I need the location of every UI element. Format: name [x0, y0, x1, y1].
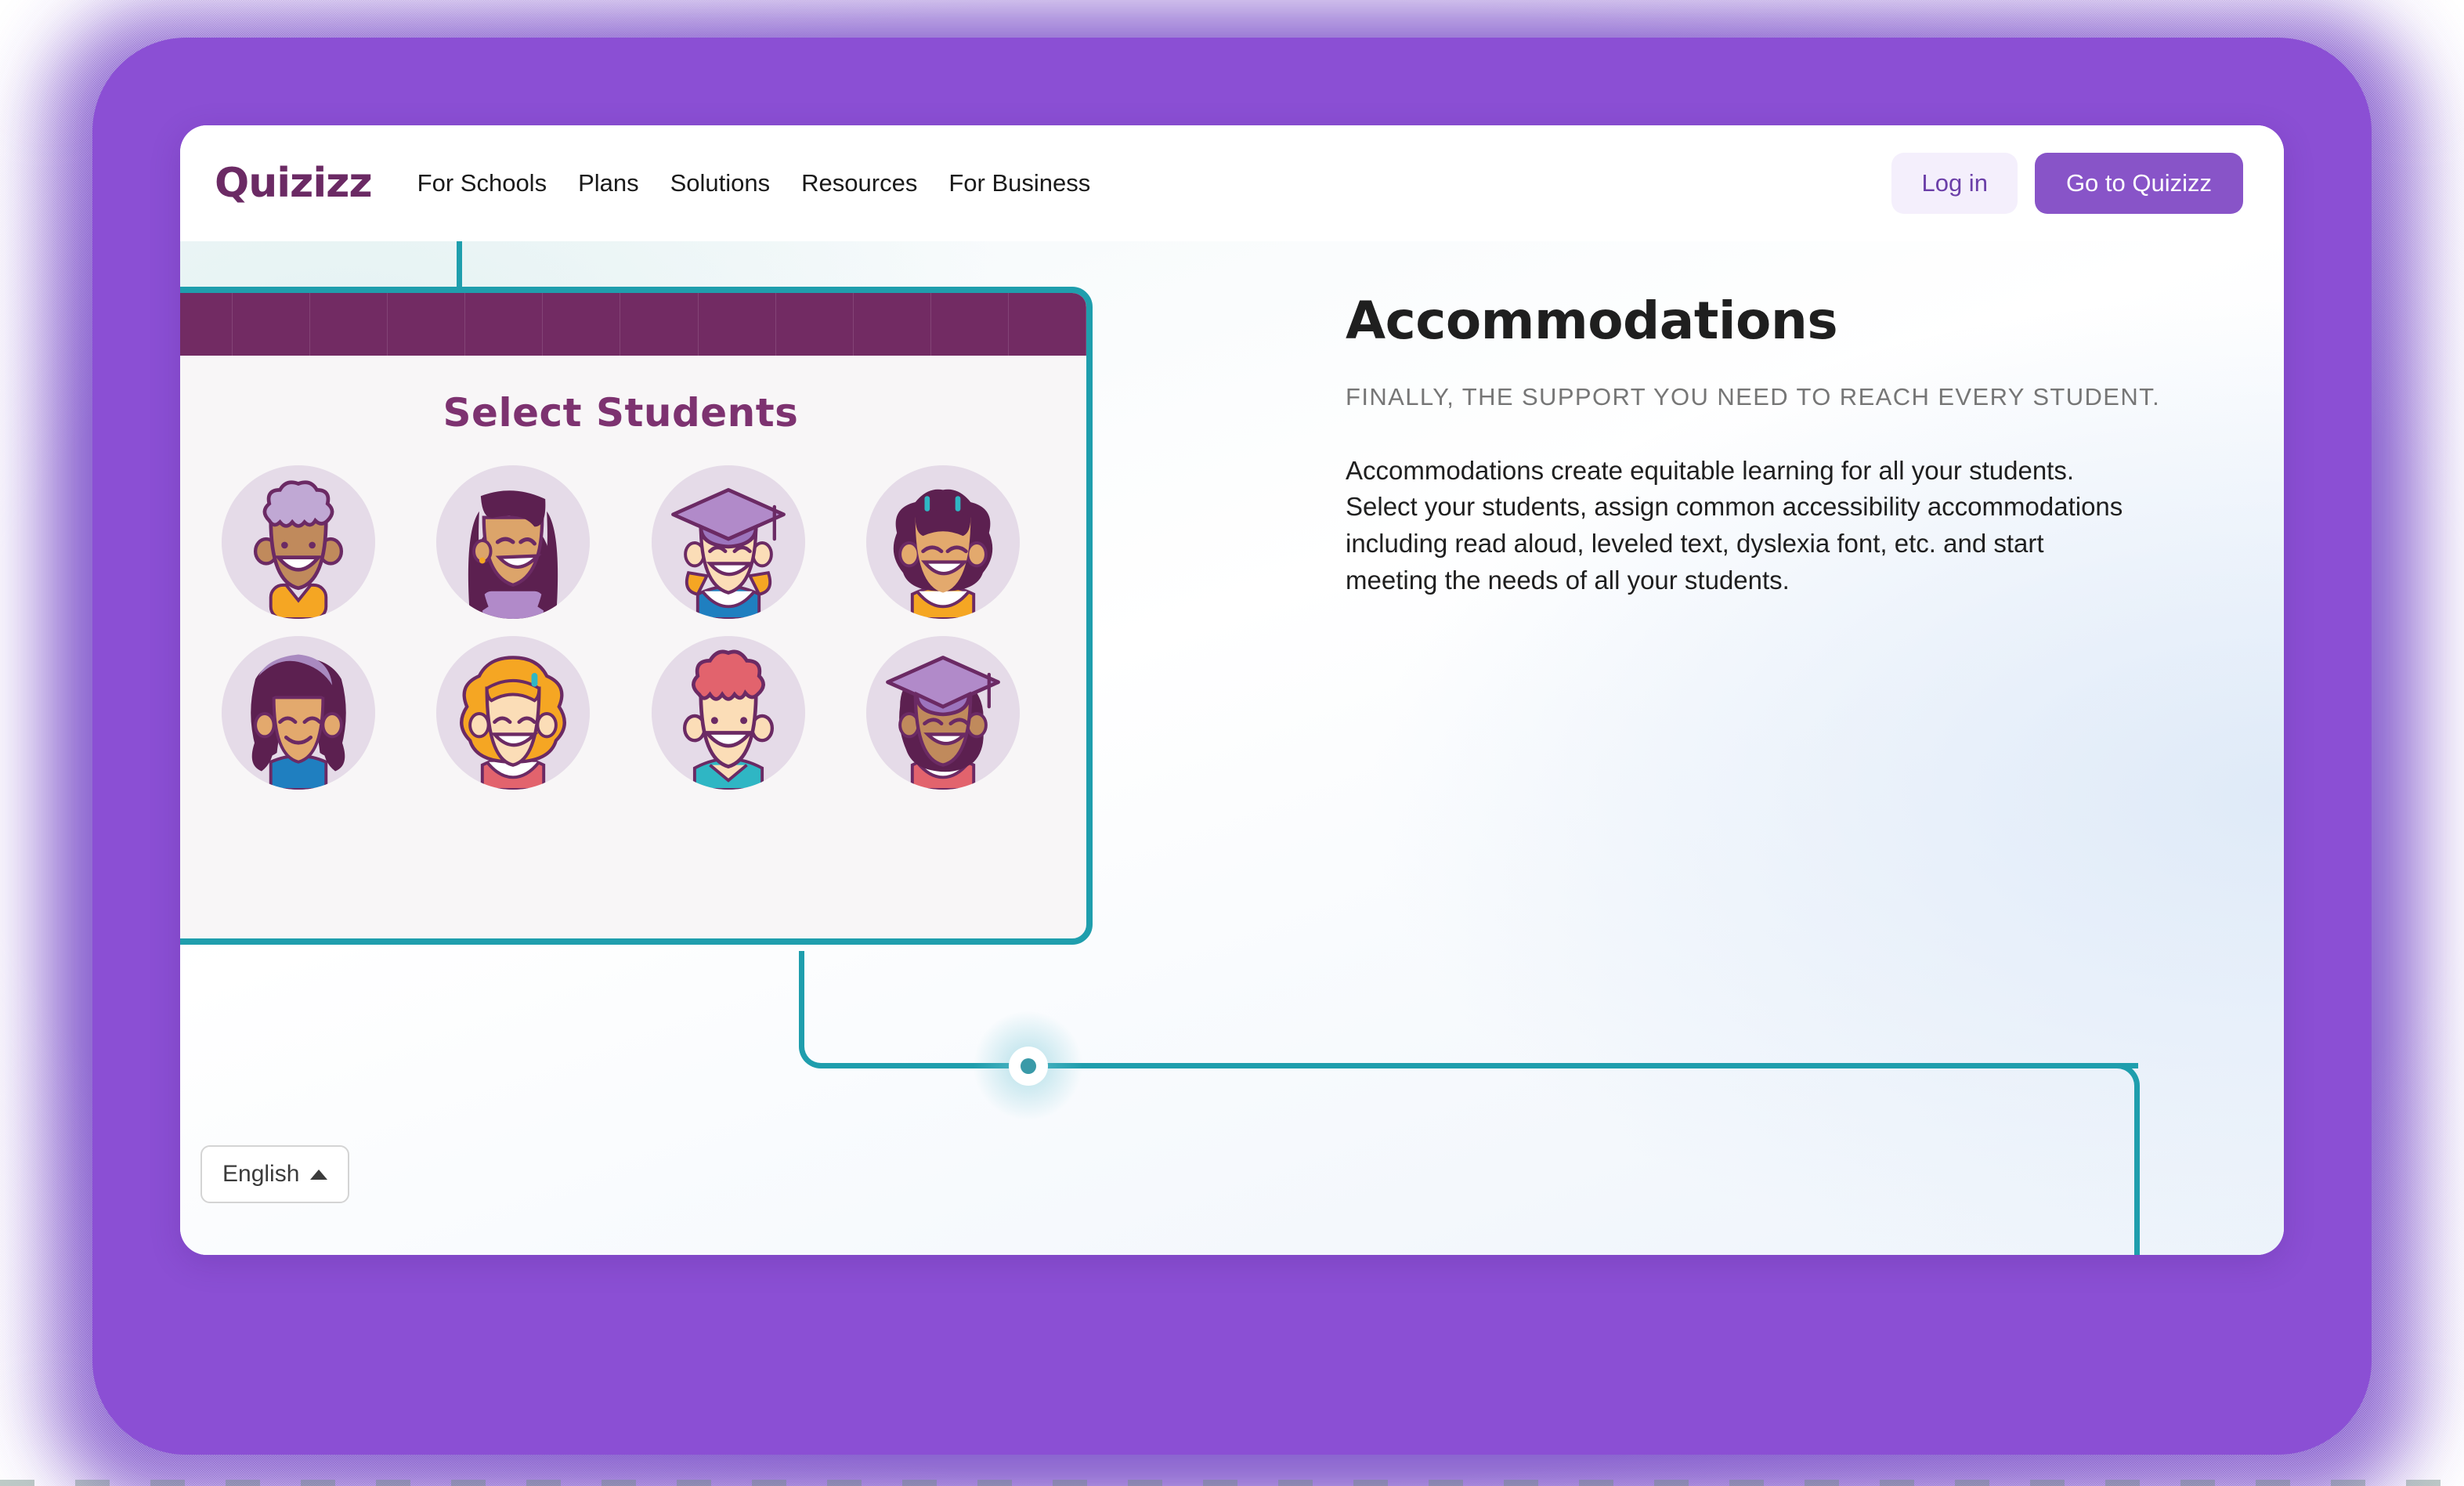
connector-line-vertical-top: [457, 241, 462, 288]
nav-item-for-business[interactable]: For Business: [948, 169, 1090, 197]
title-bar-segment: [465, 293, 544, 356]
student-avatar-graduate-brown[interactable]: [865, 636, 1020, 790]
hero-paragraph: Accommodations create equitable learning…: [1346, 455, 2123, 595]
student-avatar-red-hair[interactable]: [651, 636, 805, 790]
logo-wordmark: Quizizz: [215, 160, 373, 207]
language-selector-label: English: [222, 1161, 300, 1187]
title-bar-segment: [931, 293, 1009, 356]
nav-item-for-schools[interactable]: For Schools: [417, 169, 547, 197]
title-bar-segment: [620, 293, 699, 356]
go-to-quizizz-button[interactable]: Go to Quizizz: [2034, 153, 2243, 214]
connector-node-dot[interactable]: [1009, 1047, 1048, 1086]
title-bar-segment: [776, 293, 854, 356]
student-avatar-bob-dark-hair[interactable]: [222, 636, 376, 790]
hero-content: Accommodations Finally, the support you …: [1346, 291, 2168, 599]
app-viewport: Quizizz For Schools Plans Solutions Reso…: [180, 125, 2284, 1255]
language-selector[interactable]: English: [201, 1145, 350, 1203]
page-title: Accommodations: [1346, 291, 1838, 351]
title-bar-segment: [1009, 293, 1086, 356]
bottom-dash-strip: [0, 1480, 2464, 1486]
login-button[interactable]: Log in: [1891, 153, 2018, 214]
title-bar-segment: [388, 293, 466, 356]
title-bar-segment: [543, 293, 621, 356]
connector-corner-bottom-left: [799, 1025, 843, 1068]
header-actions: Log in Go to Quizizz: [1891, 153, 2243, 214]
hero-kicker: Finally, the support you need to reach e…: [1346, 382, 2161, 410]
chevron-up-icon: [310, 1169, 328, 1180]
title-bar-segment: [310, 293, 388, 356]
title-bar-segment: [699, 293, 776, 356]
select-students-title: Select Students: [443, 390, 799, 436]
nav-item-plans[interactable]: Plans: [578, 169, 639, 197]
title-bar-segment: [180, 293, 233, 356]
card-title-bar: [180, 293, 1086, 356]
site-header: Quizizz For Schools Plans Solutions Reso…: [180, 125, 2284, 241]
select-students-card: Select Students: [180, 287, 1093, 945]
student-avatar-curly-dark-hair[interactable]: [865, 465, 1020, 619]
title-bar-segment: [854, 293, 931, 356]
student-avatar-graduate-blonde[interactable]: [651, 465, 805, 619]
connector-line-vertical-right: [2134, 1103, 2140, 1255]
page-root: Quizizz For Schools Plans Solutions Reso…: [0, 0, 2464, 1486]
nav-item-resources[interactable]: Resources: [801, 169, 917, 197]
student-avatar-curly-purple-hair[interactable]: [222, 465, 376, 619]
quizizz-logo[interactable]: Quizizz: [215, 160, 373, 207]
student-avatar-long-dark-hair[interactable]: [436, 465, 591, 619]
student-avatar-grid: [191, 465, 1050, 790]
main-navigation: For Schools Plans Solutions Resources Fo…: [417, 169, 1091, 197]
connector-corner-top-right: [2094, 1063, 2140, 1108]
student-avatar-blonde-curls[interactable]: [436, 636, 591, 790]
title-bar-segment: [233, 293, 311, 356]
nav-item-solutions[interactable]: Solutions: [670, 169, 771, 197]
hero-body: Select Students Accommodations FINALLY, …: [180, 241, 2284, 1255]
